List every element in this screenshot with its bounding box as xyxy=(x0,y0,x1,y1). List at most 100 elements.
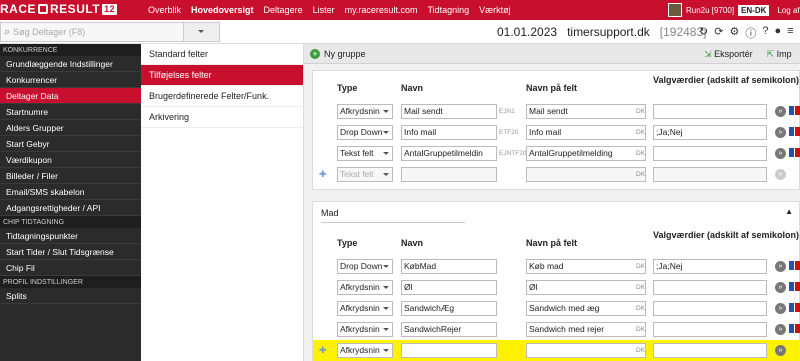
help-icon[interactable]: ? xyxy=(762,25,768,41)
race-result-logo[interactable]: RACE RESULT 12 xyxy=(0,2,118,16)
name-input[interactable]: Mail sendt xyxy=(401,104,497,119)
name-input[interactable]: SandwichRejer xyxy=(401,322,497,337)
user-name[interactable]: Run2u [9700] xyxy=(686,6,734,15)
sidebar-item[interactable]: Startnumre xyxy=(0,104,141,120)
search-input[interactable]: Søg Deltager (F8) xyxy=(13,27,85,37)
name-input[interactable]: AntalGruppetilmeldin xyxy=(401,146,497,161)
collapse-icon[interactable]: ▲ xyxy=(785,207,793,216)
field-name-input[interactable]: Sandwich med æg xyxy=(526,301,646,316)
sidebar-item[interactable]: Værdikupon xyxy=(0,152,141,168)
nav-item-hovedoversigt[interactable]: Hovedoversigt xyxy=(191,5,254,15)
group-title-input[interactable]: Mad xyxy=(321,208,465,223)
field-name-input[interactable]: Øl xyxy=(526,280,646,295)
new-group-button[interactable]: + Ny gruppe xyxy=(310,48,366,59)
name-input[interactable]: Øl xyxy=(401,280,497,295)
field-name-input[interactable]: Mail sendt xyxy=(526,104,646,119)
language-selector[interactable]: EN-DK xyxy=(738,4,770,16)
move-icon[interactable] xyxy=(789,282,794,291)
details-arrow-icon[interactable]: » xyxy=(775,345,786,356)
move-icon[interactable] xyxy=(789,127,794,136)
type-dropdown[interactable]: Tekst felt xyxy=(337,167,393,182)
field-name-input[interactable]: AntalGruppetilmelding xyxy=(526,146,646,161)
delete-icon[interactable] xyxy=(795,282,800,291)
refresh-icon[interactable]: ↻ xyxy=(699,25,708,41)
submenu-item[interactable]: Standard felter xyxy=(141,44,303,65)
values-input[interactable] xyxy=(653,343,767,358)
event-name[interactable]: timersupport.dk xyxy=(567,25,650,39)
values-input[interactable]: ;Ja;Nej xyxy=(653,125,767,140)
sidebar-item[interactable]: Billeder / Filer xyxy=(0,168,141,184)
settings-icon[interactable]: ⚙ xyxy=(729,25,739,41)
values-input[interactable] xyxy=(653,301,767,316)
details-arrow-icon[interactable]: » xyxy=(775,148,786,159)
values-input[interactable] xyxy=(653,146,767,161)
field-name-input[interactable] xyxy=(526,343,646,358)
submenu-item[interactable]: Arkivering xyxy=(141,107,303,128)
type-dropdown[interactable]: Drop Down xyxy=(337,259,393,274)
submenu-item[interactable]: Tilføjelses felter xyxy=(141,65,303,86)
details-arrow-icon[interactable]: » xyxy=(775,282,786,293)
type-dropdown[interactable]: Afkrydsnin xyxy=(337,343,393,358)
location-icon[interactable]: ● xyxy=(774,25,781,41)
move-icon[interactable] xyxy=(789,106,794,115)
delete-icon[interactable] xyxy=(795,324,800,333)
name-input[interactable]: KøbMad xyxy=(401,259,497,274)
sidebar-item[interactable]: Grundlæggende Indstillinger xyxy=(0,56,141,72)
import-button[interactable]: ⇱ Imp xyxy=(767,49,792,60)
type-dropdown[interactable]: Afkrydsnin xyxy=(337,322,393,337)
avatar[interactable] xyxy=(668,3,682,17)
move-icon[interactable] xyxy=(789,303,794,312)
info-icon[interactable]: ⓘ xyxy=(745,25,756,41)
delete-icon[interactable] xyxy=(795,303,800,312)
sidebar-item[interactable]: Adgangsrettigheder / API xyxy=(0,200,141,216)
details-arrow-icon[interactable]: » xyxy=(775,127,786,138)
sidebar-item[interactable]: Email/SMS skabelon xyxy=(0,184,141,200)
details-arrow-icon[interactable]: » xyxy=(775,106,786,117)
name-input[interactable]: Info mail xyxy=(401,125,497,140)
sidebar-item[interactable]: Chip Fil xyxy=(0,260,141,276)
sidebar-item[interactable]: Tidtagningspunkter xyxy=(0,228,141,244)
search-mode-select[interactable] xyxy=(183,23,219,41)
nav-item-overblik[interactable]: Overblik xyxy=(148,5,181,15)
sidebar-item[interactable]: Konkurrencer xyxy=(0,72,141,88)
nav-item-lister[interactable]: Lister xyxy=(313,5,335,15)
values-input[interactable] xyxy=(653,322,767,337)
name-input[interactable]: SandwichÆg xyxy=(401,301,497,316)
type-dropdown[interactable]: Afkrydsnin xyxy=(337,301,393,316)
nav-item-deltagere[interactable]: Deltagere xyxy=(264,5,303,15)
details-arrow-icon[interactable]: » xyxy=(775,169,786,180)
details-arrow-icon[interactable]: » xyxy=(775,324,786,335)
type-dropdown[interactable]: Tekst felt xyxy=(337,146,393,161)
logout-link[interactable]: Log af xyxy=(777,6,799,15)
sidebar-item[interactable]: Deltager Data xyxy=(0,88,141,104)
name-input[interactable] xyxy=(401,167,497,182)
sidebar-item[interactable]: Alders Grupper xyxy=(0,120,141,136)
export-button[interactable]: ⇲ Eksportér xyxy=(704,49,753,60)
type-dropdown[interactable]: Afkrydsnin xyxy=(337,280,393,295)
type-dropdown[interactable]: Afkrydsnin xyxy=(337,104,393,119)
move-icon[interactable] xyxy=(789,324,794,333)
field-name-input[interactable]: Sandwich med rejer xyxy=(526,322,646,337)
submenu-item[interactable]: Brugerdefinerede Felter/Funk. xyxy=(141,86,303,107)
move-icon[interactable] xyxy=(789,261,794,270)
type-dropdown[interactable]: Drop Down xyxy=(337,125,393,140)
field-name-input[interactable]: Køb mad xyxy=(526,259,646,274)
field-name-input[interactable] xyxy=(526,167,646,182)
sidebar-item[interactable]: Splits xyxy=(0,288,141,304)
values-input[interactable] xyxy=(653,167,767,182)
sidebar-item[interactable]: Start Gebyr xyxy=(0,136,141,152)
values-input[interactable]: ;Ja;Nej xyxy=(653,259,767,274)
values-input[interactable] xyxy=(653,104,767,119)
values-input[interactable] xyxy=(653,280,767,295)
delete-icon[interactable] xyxy=(795,106,800,115)
move-icon[interactable] xyxy=(789,148,794,157)
sync-icon[interactable]: ⟳ xyxy=(714,25,723,41)
name-input[interactable] xyxy=(401,343,497,358)
delete-icon[interactable] xyxy=(795,127,800,136)
search-participant[interactable]: ⌕ Søg Deltager (F8) xyxy=(0,22,220,42)
delete-icon[interactable] xyxy=(795,148,800,157)
delete-icon[interactable] xyxy=(795,261,800,270)
details-arrow-icon[interactable]: » xyxy=(775,261,786,272)
nav-item-my-raceresult-com[interactable]: my.raceresult.com xyxy=(345,5,418,15)
menu-icon[interactable]: ≡ xyxy=(787,25,793,41)
